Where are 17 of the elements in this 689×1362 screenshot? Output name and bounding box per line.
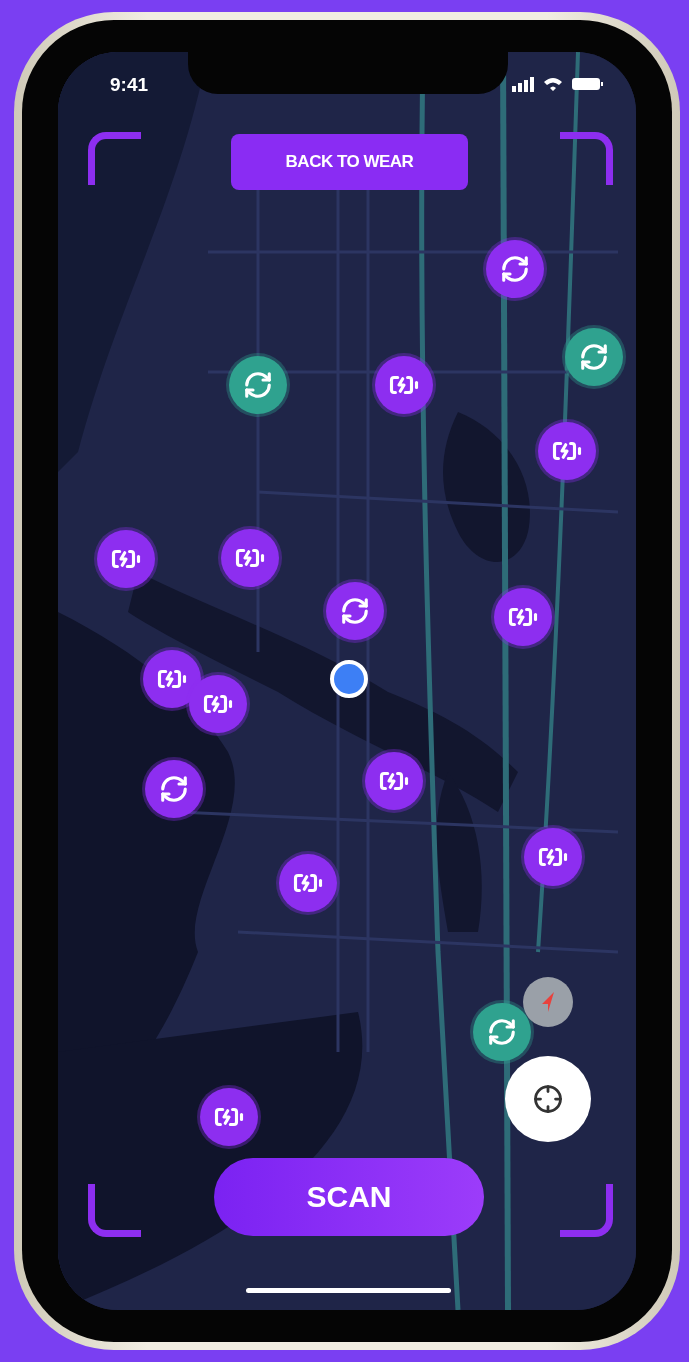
battery-icon: [572, 78, 603, 90]
signal-icon: [512, 77, 534, 92]
refresh-icon: [340, 596, 370, 626]
scan-frame-corner: [88, 132, 141, 185]
status-time: 9:41: [110, 74, 149, 96]
scan-button[interactable]: SCAN: [214, 1158, 484, 1236]
refresh-icon: [500, 254, 530, 284]
scan-frame-corner: [88, 1184, 141, 1237]
scan-frame-corner: [560, 1184, 613, 1237]
back-to-wear-button[interactable]: BACK TO WEAR: [231, 134, 468, 190]
scan-frame-corner: [560, 132, 613, 185]
refresh-icon: [487, 1017, 517, 1047]
wifi-icon: [544, 78, 562, 91]
refresh-icon: [159, 774, 189, 804]
refresh-icon: [579, 342, 609, 372]
refresh-icon: [243, 370, 273, 400]
crosshair-icon: [533, 1084, 563, 1114]
